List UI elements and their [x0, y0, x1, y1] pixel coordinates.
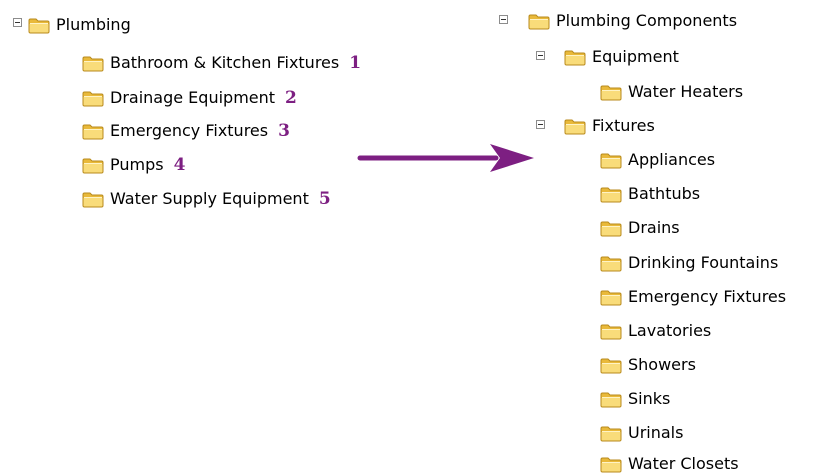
tree-node-equipment[interactable]: Equipment — [564, 46, 679, 68]
item-number: 4 — [173, 155, 186, 175]
tree-node-lavatories[interactable]: Lavatories — [600, 320, 711, 342]
folder-icon — [600, 152, 622, 169]
arrow-right-icon — [357, 144, 534, 172]
tree-node-emergency-fixtures[interactable]: Emergency Fixtures 3 — [82, 120, 290, 142]
tree-node-water-heaters[interactable]: Water Heaters — [600, 81, 743, 103]
folder-icon — [600, 456, 622, 473]
tree-node-label: Bathtubs — [628, 184, 701, 203]
tree-node-water-closets[interactable]: Water Closets — [600, 453, 739, 475]
tree-node-label: Lavatories — [628, 321, 712, 340]
left-tree: Plumbing Bathroom & Kitchen Fixtures 1 D… — [0, 0, 830, 475]
tree-node-label: Water Supply Equipment — [110, 189, 309, 208]
tree-node-label: Bathroom & Kitchen Fixtures — [110, 53, 340, 72]
folder-icon — [82, 55, 104, 72]
folder-icon — [600, 357, 622, 374]
tree-node-plumbing[interactable]: Plumbing — [28, 14, 131, 36]
tree-node-label: Pumps — [110, 155, 164, 174]
tree-node-drains[interactable]: Drains — [600, 217, 680, 239]
tree-node-label: Emergency Fixtures — [628, 287, 787, 306]
tree-node-fixtures[interactable]: Fixtures — [564, 115, 655, 137]
item-number: 5 — [318, 189, 331, 209]
tree-node-label: Showers — [628, 355, 696, 374]
tree-node-label: Plumbing — [56, 15, 131, 34]
collapse-toggle-icon[interactable] — [536, 51, 545, 60]
tree-node-label: Sinks — [628, 389, 671, 408]
folder-icon — [82, 90, 104, 107]
tree-node-emergency-fixtures[interactable]: Emergency Fixtures — [600, 286, 786, 308]
tree-node-drainage-equipment[interactable]: Drainage Equipment 2 — [82, 87, 297, 109]
folder-icon — [564, 49, 586, 66]
tree-node-label: Urinals — [628, 423, 684, 442]
folder-icon — [600, 391, 622, 408]
folder-icon — [82, 191, 104, 208]
tree-node-pumps[interactable]: Pumps 4 — [82, 154, 185, 176]
folder-icon — [564, 118, 586, 135]
tree-node-plumbing-components[interactable]: Plumbing Components — [528, 10, 737, 32]
tree-node-label: Fixtures — [592, 116, 655, 135]
tree-node-appliances[interactable]: Appliances — [600, 149, 715, 171]
folder-icon — [528, 13, 550, 30]
folder-icon — [600, 323, 622, 340]
folder-icon — [600, 84, 622, 101]
item-number: 3 — [278, 121, 290, 141]
collapse-toggle-icon[interactable] — [536, 120, 545, 129]
tree-node-label: Drinking Fountains — [628, 253, 779, 272]
tree-node-water-supply-equipment[interactable]: Water Supply Equipment 5 — [82, 188, 331, 210]
collapse-toggle-icon[interactable] — [13, 18, 22, 27]
folder-icon — [28, 17, 50, 34]
item-number: 1 — [349, 53, 362, 73]
tree-node-label: Drains — [628, 218, 680, 237]
tree-node-sinks[interactable]: Sinks — [600, 388, 670, 410]
tree-node-label: Water Heaters — [628, 82, 744, 101]
item-number: 2 — [285, 88, 297, 108]
folder-icon — [82, 157, 104, 174]
folder-icon — [600, 220, 622, 237]
folder-icon — [600, 425, 622, 442]
tree-node-urinals[interactable]: Urinals — [600, 422, 683, 444]
tree-node-label: Appliances — [628, 150, 716, 169]
collapse-toggle-icon[interactable] — [499, 15, 508, 24]
tree-node-bathroom-kitchen-fixtures[interactable]: Bathroom & Kitchen Fixtures 1 — [82, 52, 361, 74]
tree-node-label: Equipment — [592, 47, 679, 66]
folder-icon — [600, 289, 622, 306]
tree-node-drinking-fountains[interactable]: Drinking Fountains — [600, 252, 778, 274]
tree-node-label: Plumbing Components — [556, 11, 738, 30]
tree-node-label: Water Closets — [628, 454, 739, 473]
folder-icon — [600, 186, 622, 203]
tree-node-label: Drainage Equipment — [110, 88, 276, 107]
tree-node-bathtubs[interactable]: Bathtubs — [600, 183, 700, 205]
tree-node-label: Emergency Fixtures — [110, 121, 269, 140]
tree-node-showers[interactable]: Showers — [600, 354, 696, 376]
folder-icon — [82, 123, 104, 140]
folder-icon — [600, 255, 622, 272]
